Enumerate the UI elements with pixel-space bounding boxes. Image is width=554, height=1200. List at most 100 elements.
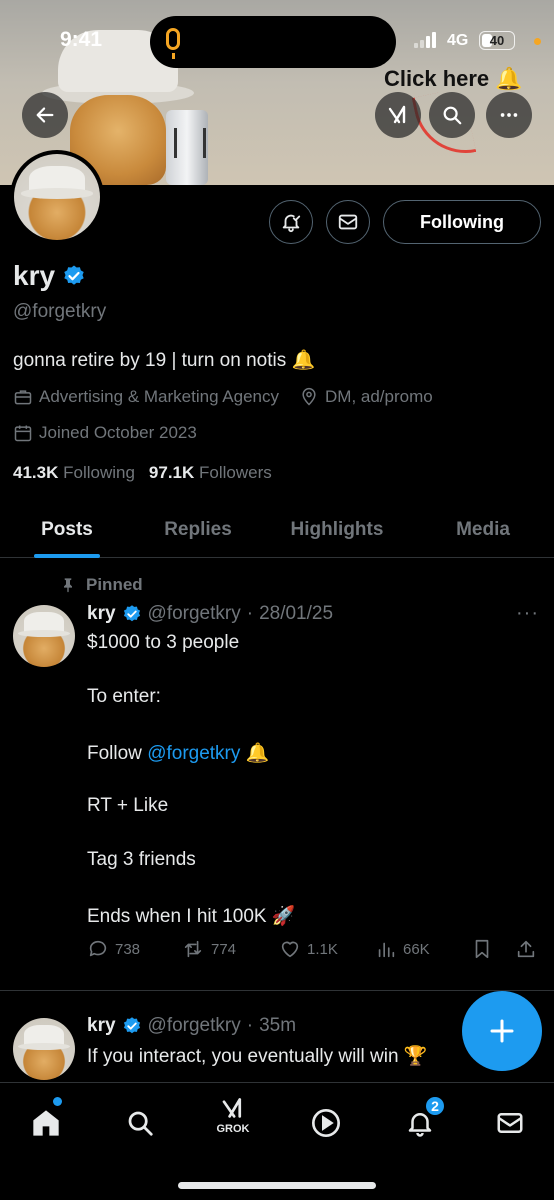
profile-joined: Joined October 2023 — [13, 423, 197, 443]
arrow-left-icon — [36, 107, 54, 123]
post-author-handle[interactable]: @forgetkry — [148, 603, 241, 625]
followers-count: 97.1K — [148, 463, 195, 482]
post-divider — [0, 990, 554, 991]
profile-joined-text: Joined October 2023 — [39, 423, 197, 442]
dynamic-island — [150, 16, 396, 68]
battery-percent: 40 — [489, 33, 505, 48]
verified-badge-icon — [123, 1017, 140, 1034]
heart-icon — [281, 941, 299, 958]
post-more-button[interactable]: ··· — [516, 602, 539, 625]
nav-explore[interactable] — [120, 1103, 160, 1143]
share-button[interactable] — [507, 938, 537, 960]
avatar-image — [14, 154, 100, 240]
post-avatar[interactable] — [13, 1018, 75, 1080]
followers-label: Followers — [199, 463, 272, 482]
bookmark-icon — [475, 939, 489, 959]
mail-icon — [497, 1113, 523, 1133]
post-actions: 738 774 1.1K 66K — [87, 938, 539, 960]
tab-highlights[interactable]: Highlights — [262, 502, 412, 558]
more-horizontal-icon — [500, 113, 518, 117]
profile-category-text: Advertising & Marketing Agency — [39, 387, 280, 406]
post-dot-separator: · — [246, 603, 254, 624]
profile-bio: gonna retire by 19 | turn on notis 🔔 — [13, 350, 316, 371]
tab-posts[interactable]: Posts — [0, 502, 134, 558]
nav-grok[interactable]: GROK — [213, 1095, 253, 1135]
grok-label: GROK — [216, 1123, 250, 1135]
bell-check-icon — [282, 214, 301, 233]
views-button[interactable]: 66K — [375, 938, 471, 960]
like-button[interactable]: 1.1K — [279, 938, 375, 960]
profile-joined-row: Joined October 2023 — [13, 423, 217, 443]
post-header: kry @forgetkry · 35m — [87, 1015, 296, 1037]
following-label: Following — [63, 463, 135, 482]
post-text-bell: 🔔 — [240, 743, 270, 764]
post-header: kry @forgetkry · 28/01/25 — [87, 603, 333, 625]
pinned-indicator: Pinned — [60, 575, 143, 595]
repost-count: 774 — [211, 940, 237, 958]
profile-meta-row: Advertising & Marketing Agency DM, ad/pr… — [13, 387, 453, 407]
location-pin-icon — [302, 387, 316, 406]
search-button[interactable] — [429, 92, 475, 138]
battery-icon: 40 — [479, 31, 515, 50]
reply-count: 738 — [115, 940, 141, 958]
banner-energy-can — [166, 110, 208, 185]
pinned-label: Pinned — [86, 575, 143, 594]
compose-post-button[interactable] — [462, 991, 542, 1071]
reply-icon — [89, 940, 107, 957]
like-count: 1.1K — [307, 940, 338, 958]
repost-icon — [184, 940, 202, 958]
bookmark-button[interactable] — [471, 938, 507, 960]
post-avatar[interactable] — [13, 605, 75, 667]
post-text-line: $1000 to 3 people — [87, 632, 240, 653]
more-options-button[interactable] — [486, 92, 532, 138]
calendar-icon — [14, 425, 32, 442]
home-icon — [33, 1110, 59, 1136]
profile-handle: @forgetkry — [13, 301, 107, 322]
post-text-follow: Follow — [87, 743, 148, 764]
message-button[interactable] — [326, 200, 370, 244]
tab-media[interactable]: Media — [412, 502, 554, 558]
reply-button[interactable]: 738 — [87, 938, 181, 960]
nav-video[interactable] — [306, 1103, 346, 1143]
post-author-handle[interactable]: @forgetkry — [148, 1015, 241, 1037]
pin-icon — [64, 578, 72, 593]
plus-icon — [490, 1019, 514, 1043]
following-link[interactable]: 41.3K Following — [13, 463, 135, 483]
home-indicator[interactable] — [178, 1182, 376, 1189]
post-text-line: Follow @forgetkry 🔔 — [87, 741, 269, 765]
grok-button[interactable] — [375, 92, 421, 138]
tab-replies[interactable]: Replies — [134, 502, 262, 558]
mail-icon — [338, 214, 358, 230]
profile-location-text: DM, ad/promo — [325, 387, 433, 406]
profile-avatar[interactable] — [10, 150, 104, 244]
status-time: 9:41 — [60, 28, 103, 51]
mention-link[interactable]: @forgetkry — [147, 743, 240, 764]
repost-button[interactable]: 774 — [181, 938, 279, 960]
post-author-name[interactable]: kry — [87, 1015, 116, 1037]
nav-home[interactable] — [26, 1103, 66, 1143]
share-icon — [517, 940, 535, 958]
post-timestamp[interactable]: 35m — [259, 1015, 296, 1037]
verified-badge-icon[interactable] — [62, 264, 86, 288]
post-dot-separator: · — [246, 1015, 254, 1036]
following-button[interactable]: Following — [383, 200, 541, 244]
play-circle-icon — [312, 1109, 340, 1137]
notifications-badge: 2 — [424, 1095, 446, 1117]
post-text-line: To enter: — [87, 686, 161, 707]
privacy-indicator-dot — [534, 38, 541, 45]
back-button[interactable] — [22, 92, 68, 138]
banner-callout-text: Click here 🔔 — [384, 66, 523, 91]
view-count: 66K — [403, 940, 430, 958]
post-author-name[interactable]: kry — [87, 603, 116, 625]
profile-location: DM, ad/promo — [299, 387, 433, 407]
follow-stats: 41.3K Following 97.1K Followers — [13, 463, 272, 483]
notifications-subscribe-button[interactable] — [269, 200, 313, 244]
nav-messages[interactable] — [490, 1103, 530, 1143]
briefcase-icon — [14, 390, 32, 405]
profile-name: kry — [13, 260, 56, 291]
followers-link[interactable]: 97.1K Followers — [149, 463, 272, 483]
microphone-icon — [166, 28, 180, 59]
network-type: 4G — [447, 32, 469, 49]
search-icon — [443, 106, 462, 125]
post-timestamp[interactable]: 28/01/25 — [259, 603, 333, 625]
